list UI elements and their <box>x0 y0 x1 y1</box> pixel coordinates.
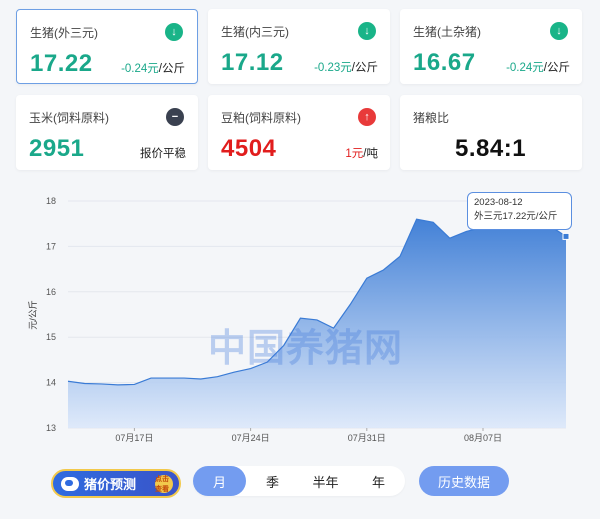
click-badge: 点击查看 <box>155 475 173 493</box>
tooltip-text: 外三元17.22元/公斤 <box>474 211 558 222</box>
arrow-up-icon: ↑ <box>358 108 376 126</box>
period-year-button[interactable]: 年 <box>352 466 405 496</box>
card-change: -0.24元 <box>121 63 159 75</box>
card-title: 生猪(外三元) <box>30 26 98 40</box>
data-point <box>82 381 88 387</box>
x-tick-label: 07月17日 <box>115 433 153 443</box>
data-point <box>562 232 570 240</box>
data-point <box>231 369 237 375</box>
price-forecast-button[interactable]: 猪价预测 点击查看 <box>51 469 181 498</box>
card-change: -0.24元 <box>506 62 544 74</box>
y-tick-label: 18 <box>46 196 56 206</box>
data-point <box>297 315 303 321</box>
card-value: 16.67 <box>413 49 476 76</box>
card-title: 生猪(土杂猪) <box>413 25 481 39</box>
price-card-pig-grain-ratio[interactable]: 猪粮比 5.84:1 <box>400 95 582 170</box>
card-unit: /公斤 <box>158 63 185 75</box>
card-value: 17.22 <box>30 50 93 77</box>
data-point <box>414 216 420 222</box>
y-tick-label: 15 <box>46 332 56 342</box>
data-point <box>264 359 270 365</box>
price-card-tuzazhu[interactable]: 生猪(土杂猪) ↓ 16.67 -0.24元/公斤 <box>400 9 582 84</box>
data-point <box>131 381 137 387</box>
data-point <box>248 366 254 372</box>
data-point <box>430 219 436 225</box>
y-tick-label: 14 <box>46 378 56 388</box>
card-title: 生猪(内三元) <box>221 25 289 39</box>
tooltip-date: 2023-08-12 <box>474 197 523 208</box>
history-data-button[interactable]: 历史数据 <box>419 466 509 496</box>
x-tick-label: 07月31日 <box>348 433 386 443</box>
data-point <box>115 382 121 388</box>
data-point <box>380 267 386 273</box>
data-point <box>364 275 370 281</box>
data-point <box>347 302 353 308</box>
cloud-icon <box>61 476 79 491</box>
price-card-waisanyuan[interactable]: 生猪(外三元) ↓ 17.22 -0.24元/公斤 <box>16 9 198 84</box>
card-value: 4504 <box>221 135 277 162</box>
data-point <box>397 253 403 259</box>
arrow-down-icon: ↓ <box>165 23 183 41</box>
promo-label: 猪价预测 <box>84 477 137 492</box>
price-card-corn[interactable]: 玉米(饲料原料) − 2951 报价平稳 <box>16 95 198 170</box>
area-fill <box>68 219 566 428</box>
card-unit: /公斤 <box>543 62 570 74</box>
arrow-down-icon: ↓ <box>550 22 568 40</box>
card-value: 5.84:1 <box>455 135 527 162</box>
y-tick-label: 16 <box>46 287 56 297</box>
card-change: 1元 <box>345 148 364 160</box>
arrow-down-icon: ↓ <box>358 22 376 40</box>
data-point <box>331 325 337 331</box>
data-point <box>463 228 469 234</box>
minus-icon: − <box>166 108 184 126</box>
card-unit: /吨 <box>363 148 378 160</box>
period-halfyear-button[interactable]: 半年 <box>299 466 352 496</box>
card-change: 报价平稳 <box>140 148 186 160</box>
data-point <box>214 374 220 380</box>
data-point <box>447 235 453 241</box>
period-month-button[interactable]: 月 <box>193 466 246 496</box>
data-point <box>314 317 320 323</box>
card-title: 猪粮比 <box>413 111 450 125</box>
data-point <box>65 378 71 384</box>
x-tick-label: 07月24日 <box>232 433 270 443</box>
data-point <box>281 342 287 348</box>
data-point <box>165 375 171 381</box>
card-title: 豆粕(饲料原料) <box>221 111 301 125</box>
card-title: 玉米(饲料原料) <box>29 111 109 125</box>
price-card-soymeal[interactable]: 豆粕(饲料原料) ↑ 4504 1元/吨 <box>208 95 390 170</box>
data-point <box>181 375 187 381</box>
period-selector: 月 季 半年 年 <box>193 466 405 496</box>
y-tick-label: 17 <box>46 241 56 251</box>
card-unit: /公斤 <box>351 62 378 74</box>
card-value: 17.12 <box>221 49 284 76</box>
data-point <box>148 375 154 381</box>
y-tick-label: 13 <box>46 423 56 433</box>
data-point <box>98 381 104 387</box>
card-value: 2951 <box>29 135 85 162</box>
x-tick-label: 08月07日 <box>464 433 502 443</box>
y-axis-label: 元/公斤 <box>28 300 38 330</box>
period-quarter-button[interactable]: 季 <box>246 466 299 496</box>
card-change: -0.23元 <box>314 62 352 74</box>
data-point <box>198 376 204 382</box>
chart-tooltip: 2023-08-12 外三元17.22元/公斤 <box>467 192 572 230</box>
price-card-neisanyuan[interactable]: 生猪(内三元) ↓ 17.12 -0.23元/公斤 <box>208 9 390 84</box>
